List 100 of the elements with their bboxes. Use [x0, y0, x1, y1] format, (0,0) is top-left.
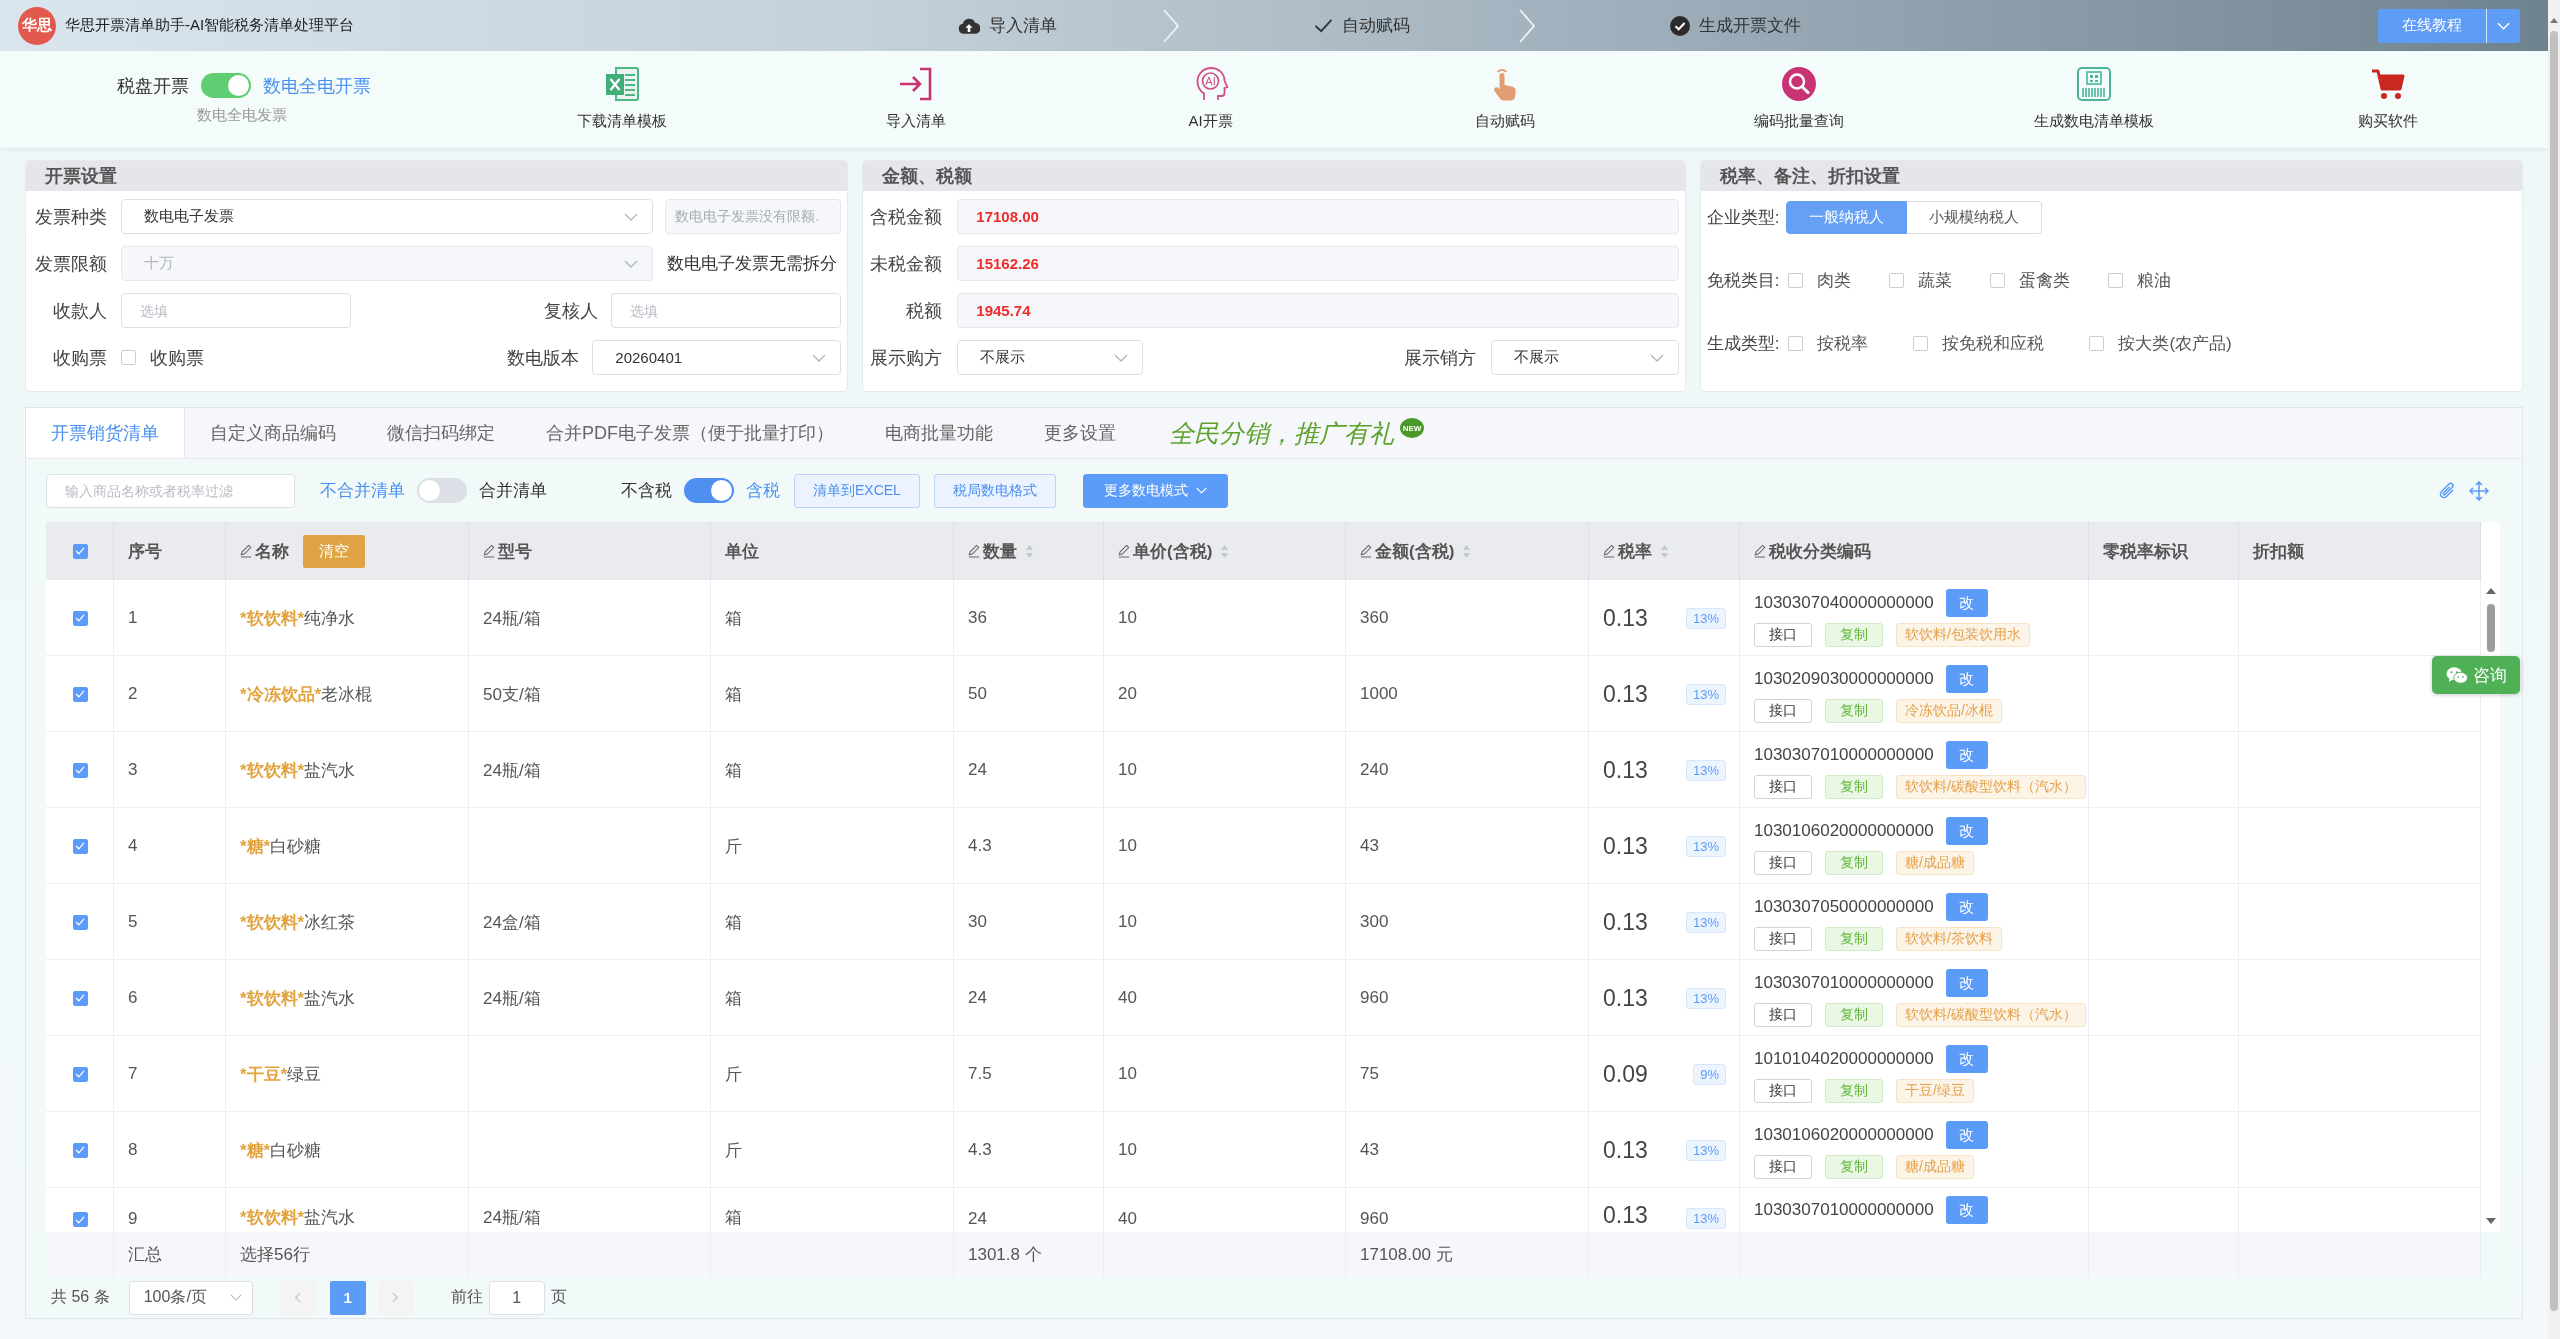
checkbox[interactable]	[121, 350, 136, 365]
row-checkbox[interactable]	[72, 1212, 88, 1227]
checkbox-label[interactable]: 按税率	[1817, 331, 1869, 355]
switch-label[interactable]: 税盘开票	[117, 73, 189, 98]
segment-option[interactable]: 小规模纳税人	[1907, 200, 2043, 234]
scroll-up-icon[interactable]	[2550, 18, 2558, 23]
step-label[interactable]: 自动赋码	[1342, 14, 1410, 37]
tab[interactable]: 微信扫码绑定	[362, 408, 521, 458]
tool-label[interactable]: 自动赋码	[1475, 112, 1535, 131]
checkbox[interactable]	[2089, 335, 2105, 351]
toolbar-button[interactable]: 税局数电格式	[933, 473, 1056, 508]
sort-icon[interactable]	[1025, 543, 1034, 559]
checkbox-label[interactable]: 粮油	[2137, 268, 2172, 292]
scroll-up-icon[interactable]	[2485, 588, 2496, 594]
tool-label[interactable]: 导入清单	[886, 112, 947, 131]
scroll-down-icon[interactable]	[2485, 1218, 2496, 1224]
row-checkbox[interactable]	[72, 838, 88, 854]
spreadsheet-icon[interactable]	[604, 66, 641, 102]
checkbox-label[interactable]: 蔬菜	[1918, 268, 1953, 292]
version-select[interactable]: 20260401	[592, 340, 842, 375]
interface-button[interactable]: 接口	[1754, 623, 1812, 647]
row-checkbox[interactable]	[72, 1066, 88, 1082]
rate-value: 0.13	[1603, 1136, 1648, 1164]
page-size-select[interactable]: 100条/页	[128, 1280, 253, 1315]
qr-code-icon[interactable]	[2075, 66, 2112, 102]
interface-button[interactable]: 接口	[1754, 851, 1812, 875]
sort-icon[interactable]	[1462, 543, 1472, 559]
tool-label[interactable]: 购买软件	[2357, 112, 2418, 131]
checkbox[interactable]	[1889, 272, 1905, 288]
row-checkbox[interactable]	[72, 990, 88, 1006]
payee-field[interactable]: 选填	[121, 293, 351, 328]
checkbox[interactable]	[1788, 272, 1804, 288]
scrollbar-thumb[interactable]	[2486, 604, 2495, 652]
amount-field[interactable]: 17108.00	[957, 199, 1679, 234]
table-cell: 40	[1118, 988, 1137, 1008]
tutorial-dropdown-button[interactable]	[2486, 8, 2520, 43]
select-all-checkbox[interactable]	[72, 543, 88, 559]
seller-display-select[interactable]: 不展示	[1490, 340, 1679, 375]
switch-label[interactable]: 合并清单	[479, 479, 547, 502]
toggle-switch[interactable]	[417, 478, 467, 503]
switch-label[interactable]: 数电全电开票	[263, 73, 371, 98]
tool-label[interactable]: 生成数电清单模板	[2033, 112, 2154, 131]
invoice-type-select[interactable]: 数电电子发票	[121, 199, 654, 234]
interface-button[interactable]: 接口	[1754, 699, 1812, 723]
page-input[interactable]: 1	[488, 1280, 545, 1315]
step-label[interactable]: 导入清单	[989, 14, 1057, 37]
paperclip-icon[interactable]	[2438, 480, 2456, 501]
tool-label[interactable]: 下载清单模板	[577, 112, 668, 131]
checkbox-label[interactable]: 按大类(农产品)	[2118, 331, 2232, 355]
switch-label[interactable]: 不合并清单	[320, 479, 405, 502]
page-scrollbar[interactable]	[2548, 0, 2560, 1339]
tool-label[interactable]: AI开票	[1188, 112, 1233, 131]
tax-code: 1030307010000000000	[1754, 1200, 1934, 1220]
interface-button[interactable]: 接口	[1754, 775, 1812, 799]
amount-field[interactable]: 1945.74	[957, 293, 1679, 328]
sort-icon[interactable]	[1660, 543, 1669, 559]
amount-field[interactable]: 15162.26	[957, 246, 1679, 281]
reviewer-field[interactable]: 选填	[611, 293, 842, 328]
limit-note-field: 数电电子发票没有限额.	[665, 199, 842, 234]
scrollbar-thumb[interactable]	[2550, 31, 2558, 1311]
field-label: 数电版本	[507, 346, 580, 370]
table-cell-text: 24盒/箱	[483, 911, 541, 934]
tab[interactable]: 合并PDF电子发票（便于批量打印）	[521, 408, 860, 458]
row-checkbox[interactable]	[72, 610, 88, 626]
buyer-display-select[interactable]: 不展示	[957, 340, 1144, 375]
table-cell-text: 斤	[725, 1139, 742, 1162]
tab[interactable]: 自定义商品编码	[185, 408, 362, 458]
tool-label[interactable]: 编码批量查询	[1754, 112, 1845, 131]
interface-button[interactable]: 接口	[1754, 1079, 1812, 1103]
checkbox[interactable]	[1990, 272, 2006, 288]
interface-button[interactable]: 接口	[1754, 1155, 1812, 1179]
checkbox-label[interactable]: 蛋禽类	[2019, 268, 2071, 292]
tab[interactable]: 开票销货清单	[26, 408, 185, 458]
interface-button[interactable]: 接口	[1754, 1003, 1812, 1027]
tab[interactable]: 更多设置	[1019, 408, 1142, 458]
row-checkbox[interactable]	[72, 762, 88, 778]
row-checkbox[interactable]	[72, 914, 88, 930]
tab[interactable]: 电商批量功能	[860, 408, 1019, 458]
search-field[interactable]: 输入商品名称或者税率过滤	[46, 473, 295, 508]
checkbox[interactable]	[2108, 272, 2124, 288]
toggle-switch[interactable]	[684, 478, 734, 503]
table-cell: 1	[128, 608, 138, 628]
search-icon[interactable]	[1781, 66, 1818, 102]
row-checkbox[interactable]	[72, 686, 88, 702]
row-checkbox[interactable]	[72, 1142, 88, 1158]
panel-title: 金额、税额	[863, 161, 1685, 191]
checkbox-label[interactable]: 肉类	[1817, 268, 1852, 292]
switch-label[interactable]: 不含税	[621, 479, 672, 502]
interface-button[interactable]: 接口	[1754, 927, 1812, 951]
step-label[interactable]: 生成开票文件	[1699, 14, 1801, 37]
promo-text[interactable]: 全民分销，推广有礼	[1169, 416, 1394, 450]
move-icon[interactable]	[2469, 480, 2489, 501]
toolbar-button[interactable]: 清单到EXCEL	[794, 473, 920, 508]
sort-icon[interactable]	[1220, 543, 1230, 559]
toggle-switch[interactable]	[201, 73, 251, 98]
checkbox[interactable]	[1913, 335, 1929, 351]
checkbox-label[interactable]: 收购票	[150, 345, 204, 370]
checkbox[interactable]	[1788, 335, 1804, 351]
checkbox-label[interactable]: 按免税和应税	[1942, 331, 2045, 355]
switch-label[interactable]: 含税	[746, 479, 780, 502]
